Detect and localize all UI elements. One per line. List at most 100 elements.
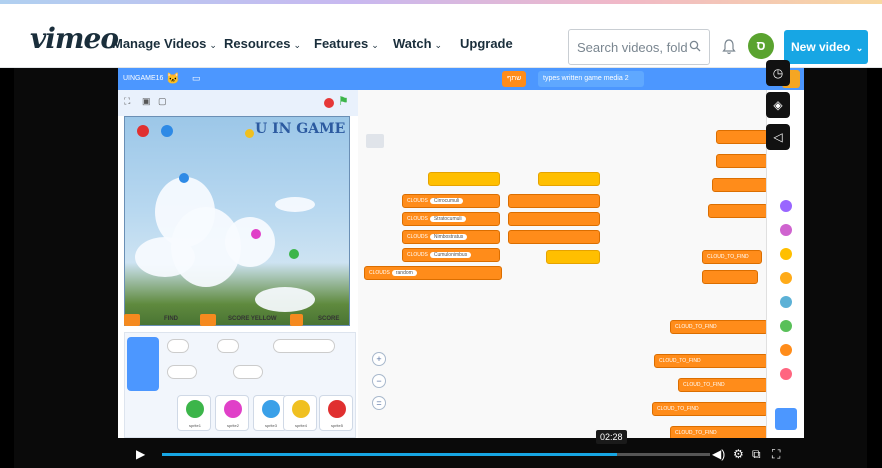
stage-header: ⛶ ▣ ▢ ⚑ xyxy=(118,90,358,116)
vimeo-header: vimeo Manage Videos ⌄ Resources ⌄ Features… xyxy=(0,4,882,68)
scratch-menu-bar: UINGAME16 🐱 ▭ שתף types written game med… xyxy=(118,68,804,90)
play-icon[interactable]: ▶ xyxy=(136,447,145,461)
cloud xyxy=(255,287,315,312)
event-hat-block xyxy=(428,172,500,186)
chevron-down-icon: ⌄ xyxy=(293,40,302,50)
vimeo-logo[interactable]: vimeo xyxy=(30,22,119,55)
stop-icon xyxy=(324,98,334,108)
size-field xyxy=(167,365,197,379)
nav-manage-videos[interactable]: Manage Videos ⌄ xyxy=(112,36,217,51)
code-block xyxy=(508,230,600,244)
nav-upgrade[interactable]: Upgrade xyxy=(460,36,513,51)
nav-watch[interactable]: Watch ⌄ xyxy=(393,36,442,51)
green-flag-icon: ⚑ xyxy=(338,94,349,108)
code-area: CLOUDS Cirrocumuli CLOUDS Stratocumuli CLO… xyxy=(358,90,804,438)
code-block xyxy=(508,194,600,208)
search-placeholder: Search videos, folder xyxy=(577,40,687,55)
time-tooltip: 02:28 xyxy=(596,430,627,444)
cloud xyxy=(135,237,195,277)
right-block: CLOUD_TO_FIND xyxy=(702,250,762,264)
category-dot xyxy=(780,320,792,332)
ball-pink xyxy=(251,229,261,239)
score-label-find: FIND xyxy=(164,316,178,322)
score-label-score: SCORE xyxy=(318,316,340,322)
pip-icon[interactable]: ⧉ xyxy=(752,447,761,462)
zoom-reset-icon: = xyxy=(372,396,386,410)
ball-blue xyxy=(179,173,189,183)
chevron-down-icon: ⌄ xyxy=(209,40,217,50)
category-dot xyxy=(780,344,792,356)
score-box-find xyxy=(124,314,141,326)
nav-features[interactable]: Features ⌄ xyxy=(314,36,379,51)
right-block: CLOUD_TO_FIND xyxy=(670,320,768,334)
chevron-down-icon: ⌄ xyxy=(371,40,379,50)
category-dot xyxy=(780,272,792,284)
stage-title: U IN GAME xyxy=(255,121,346,137)
right-block: CLOUD_TO_FIND xyxy=(670,426,768,438)
stage-thumb xyxy=(127,337,159,391)
fullscreen-icon: ⛶ xyxy=(124,96,131,106)
code-block xyxy=(716,130,768,144)
sprite-thumb: sprite5 xyxy=(319,395,353,431)
score-box-yellow xyxy=(200,314,217,326)
code-block: CLOUDS Cumulonimbus xyxy=(402,248,500,262)
x-field xyxy=(167,339,189,353)
nav-resources[interactable]: Resources ⌄ xyxy=(224,36,301,51)
rocket-sprite xyxy=(137,125,149,137)
extension-button xyxy=(775,408,797,430)
sprite-thumb: sprite1 xyxy=(177,395,211,431)
zoom-in-icon: + xyxy=(372,352,386,366)
code-block: CLOUDS Cirrocumuli xyxy=(402,194,500,208)
right-block: CLOUD_TO_FIND xyxy=(654,354,768,368)
code-block xyxy=(708,204,768,218)
category-dot xyxy=(780,224,792,236)
category-dot xyxy=(780,248,792,260)
layers-icon[interactable]: ◈ xyxy=(766,92,790,118)
video-player[interactable]: UINGAME16 🐱 ▭ שתף types written game med… xyxy=(14,60,867,468)
scratch-project-title: UINGAME16 xyxy=(123,75,164,82)
folder-icon: ▭ xyxy=(192,73,201,83)
sprite-thumb: sprite3 xyxy=(253,395,287,431)
progress-bar[interactable] xyxy=(162,453,710,456)
send-icon[interactable]: ◁ xyxy=(766,124,790,150)
fullscreen-icon[interactable]: ⛶ xyxy=(772,447,780,462)
sprite-thumb-corner xyxy=(366,134,384,148)
score-box-score xyxy=(290,314,303,326)
settings-icon[interactable]: ⚙ xyxy=(733,447,744,461)
ball-yellow xyxy=(245,129,254,138)
project-page-button: types written game media 2 xyxy=(538,71,644,87)
search-icon[interactable] xyxy=(689,40,701,52)
bell-icon[interactable] xyxy=(722,39,736,55)
chevron-down-icon: ⌄ xyxy=(434,40,443,50)
code-block xyxy=(508,212,600,226)
ball-green xyxy=(289,249,299,259)
score-label-yellow: SCORE YELLOW xyxy=(228,316,277,322)
small-stage-icon: ▣ xyxy=(142,96,151,106)
category-dot xyxy=(780,368,792,380)
volume-icon[interactable]: ◀) xyxy=(712,447,725,461)
code-block: CLOUDS Stratocumuli xyxy=(402,212,500,226)
bird-sprite xyxy=(161,125,173,137)
sprite-thumb: sprite4 xyxy=(283,395,317,431)
code-block: CLOUDS random xyxy=(364,266,502,280)
share-button: שתף xyxy=(502,71,527,87)
code-block: CLOUDS Nimbostratus xyxy=(402,230,500,244)
cloud xyxy=(275,197,315,212)
right-block: CLOUD_TO_FIND xyxy=(652,402,768,416)
avatar[interactable]: ס xyxy=(748,33,774,59)
code-block xyxy=(702,270,758,284)
clock-icon[interactable]: ◷ xyxy=(766,60,790,86)
event-hat-block xyxy=(538,172,600,186)
direction-field xyxy=(233,365,263,379)
sprite-thumb: sprite2 xyxy=(215,395,249,431)
stage-canvas: U IN GAME xyxy=(124,116,350,326)
zoom-out-icon: − xyxy=(372,374,386,388)
new-video-button[interactable]: New video ⌄ xyxy=(784,30,868,64)
large-stage-icon: ▢ xyxy=(158,96,167,106)
chevron-down-icon: ⌄ xyxy=(855,43,864,53)
code-block-yellow xyxy=(546,250,600,264)
search-input[interactable]: Search videos, folder xyxy=(568,29,710,65)
code-block xyxy=(716,154,768,168)
video-frame: UINGAME16 🐱 ▭ שתף types written game med… xyxy=(118,68,804,438)
category-dot xyxy=(780,296,792,308)
